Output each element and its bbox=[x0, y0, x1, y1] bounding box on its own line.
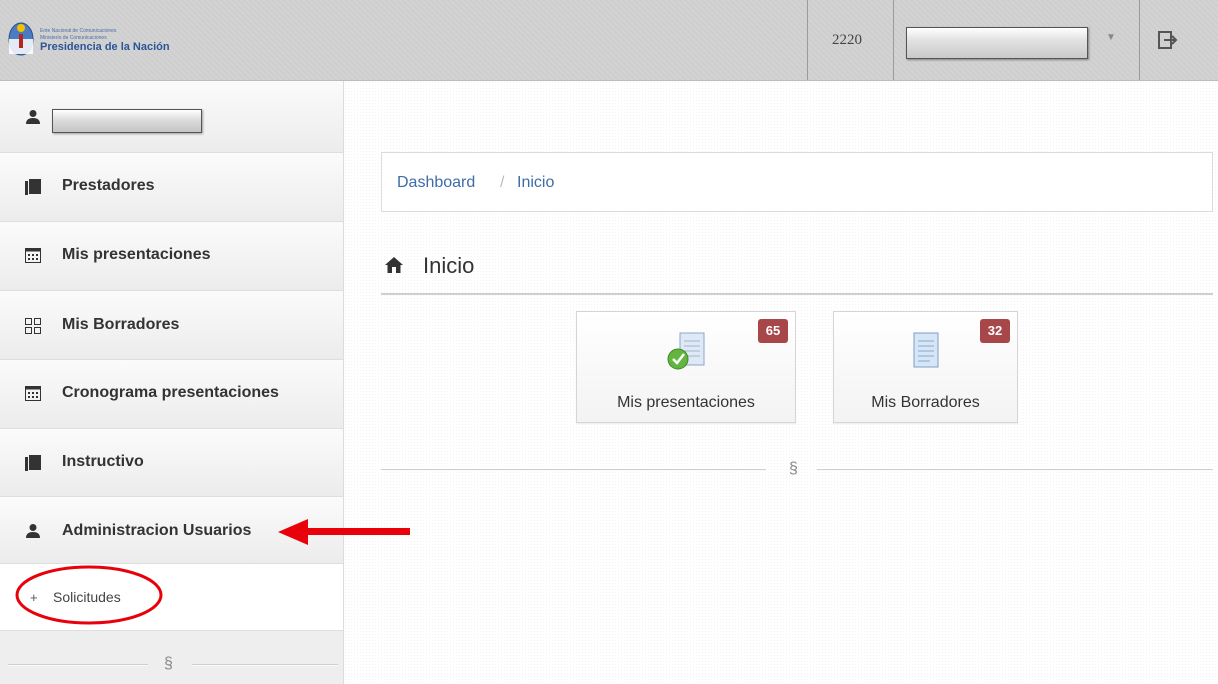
tile-label: Mis Borradores bbox=[871, 394, 980, 411]
period-code: 2220 bbox=[832, 32, 862, 48]
sidebar-item-prestadores[interactable]: Prestadores bbox=[0, 153, 343, 222]
calendar-icon bbox=[25, 248, 41, 263]
calendar-icon bbox=[25, 386, 41, 401]
period-code-cell: 2220 bbox=[807, 0, 893, 80]
section-mark: § bbox=[789, 460, 798, 477]
breadcrumb-inicio-link[interactable]: Inicio bbox=[517, 174, 554, 192]
logo-line-1: Ente Nacional de Comunicaciones bbox=[40, 28, 117, 34]
sidebar-item-label: Administracion Usuarios bbox=[62, 522, 252, 539]
sidebar-item-instructivo[interactable]: Instructivo bbox=[0, 429, 343, 497]
user-name-field bbox=[52, 109, 202, 133]
user-select[interactable] bbox=[906, 27, 1088, 59]
logo-line-3: Presidencia de la Nación bbox=[40, 41, 170, 53]
chevron-down-icon[interactable]: ▼ bbox=[1106, 32, 1116, 43]
title-divider bbox=[381, 293, 1213, 295]
count-badge: 65 bbox=[758, 319, 788, 343]
sidebar-item-cronograma[interactable]: Cronograma presentaciones bbox=[0, 360, 343, 429]
annotation-arrow bbox=[278, 519, 410, 545]
sidebar-item-mis-presentaciones[interactable]: Mis presentaciones bbox=[0, 222, 343, 291]
tile-mis-borradores[interactable]: 32 Mis Borradores bbox=[833, 311, 1018, 423]
divider bbox=[8, 664, 148, 666]
sidebar-item-label: Mis Borradores bbox=[62, 316, 180, 333]
count-badge: 32 bbox=[980, 319, 1010, 343]
document-check-icon bbox=[667, 332, 705, 370]
section-mark: § bbox=[164, 655, 173, 672]
home-icon bbox=[385, 257, 403, 273]
book-icon bbox=[25, 179, 41, 195]
logout-icon[interactable] bbox=[1158, 31, 1178, 49]
book-icon bbox=[25, 455, 41, 471]
user-icon bbox=[26, 110, 40, 124]
breadcrumb-separator: / bbox=[500, 174, 505, 191]
argentina-seal-icon bbox=[8, 22, 34, 56]
logout-cell[interactable] bbox=[1139, 0, 1218, 80]
sidebar-user bbox=[0, 81, 343, 153]
divider bbox=[817, 469, 1213, 471]
sidebar-item-label: Mis presentaciones bbox=[62, 246, 211, 263]
breadcrumb: Dashboard / Inicio bbox=[381, 152, 1213, 212]
tile-label: Mis presentaciones bbox=[617, 394, 755, 411]
top-bar: Ente Nacional de Comunicaciones Minister… bbox=[0, 0, 1218, 81]
sidebar-item-mis-borradores[interactable]: Mis Borradores bbox=[0, 291, 343, 360]
divider bbox=[381, 469, 766, 471]
divider bbox=[192, 664, 338, 666]
sidebar-item-label: Cronograma presentaciones bbox=[62, 384, 279, 401]
main-content: Dashboard / Inicio Inicio 65 Mis present… bbox=[344, 81, 1218, 684]
annotation-circle bbox=[15, 565, 163, 625]
sidebar-footer: § bbox=[0, 631, 343, 684]
document-icon bbox=[913, 332, 938, 368]
government-logo[interactable]: Ente Nacional de Comunicaciones Minister… bbox=[6, 22, 206, 62]
page-title-text: Inicio bbox=[423, 253, 475, 278]
grid-icon bbox=[25, 318, 41, 334]
sidebar-item-label: Prestadores bbox=[62, 177, 155, 194]
tile-mis-presentaciones[interactable]: 65 Mis presentaciones bbox=[576, 311, 796, 423]
user-select-cell: ▼ bbox=[893, 0, 1139, 80]
breadcrumb-dashboard-link[interactable]: Dashboard bbox=[397, 174, 475, 192]
user-icon bbox=[26, 524, 40, 538]
sidebar-item-label: Instructivo bbox=[62, 453, 144, 470]
